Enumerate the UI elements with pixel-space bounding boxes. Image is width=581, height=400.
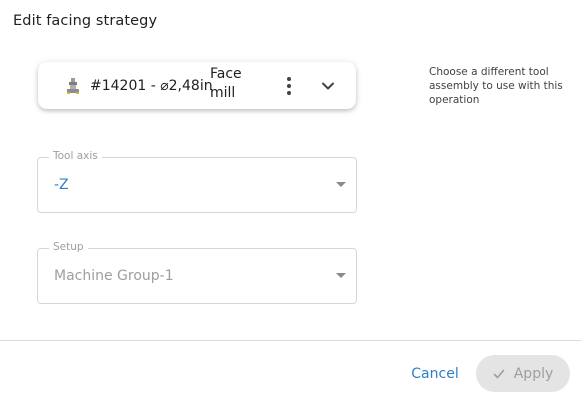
cancel-button[interactable]: Cancel [406, 358, 464, 390]
tool-axis-select[interactable]: Tool axis -Z [37, 150, 357, 213]
edit-facing-strategy-dialog: Edit facing strategy #14201 - ⌀2,48in Fa… [0, 0, 581, 400]
tool-axis-value: -Z [54, 177, 69, 193]
setup-select[interactable]: Setup Machine Group-1 [37, 241, 357, 304]
dropdown-arrow-icon [336, 273, 346, 278]
apply-button-label: Apply [513, 365, 554, 382]
tool-label: #14201 - ⌀2,48in [90, 78, 213, 94]
check-icon [493, 368, 505, 380]
dialog-title: Edit facing strategy [13, 13, 158, 29]
tool-axis-label: Tool axis [49, 150, 102, 162]
chevron-down-icon[interactable] [320, 78, 336, 94]
footer-divider [0, 340, 581, 341]
tool-help-text: Choose a different tool assembly to use … [429, 66, 563, 106]
setup-label: Setup [49, 241, 88, 253]
tool-assembly-icon [64, 77, 82, 95]
tool-type: Face mill [210, 66, 242, 101]
dropdown-arrow-icon [336, 182, 346, 187]
tool-selector-card[interactable]: #14201 - ⌀2,48in Face mill [38, 62, 356, 109]
more-vert-icon[interactable] [282, 75, 296, 97]
apply-button[interactable]: Apply [476, 355, 570, 392]
setup-value: Machine Group-1 [54, 268, 174, 284]
